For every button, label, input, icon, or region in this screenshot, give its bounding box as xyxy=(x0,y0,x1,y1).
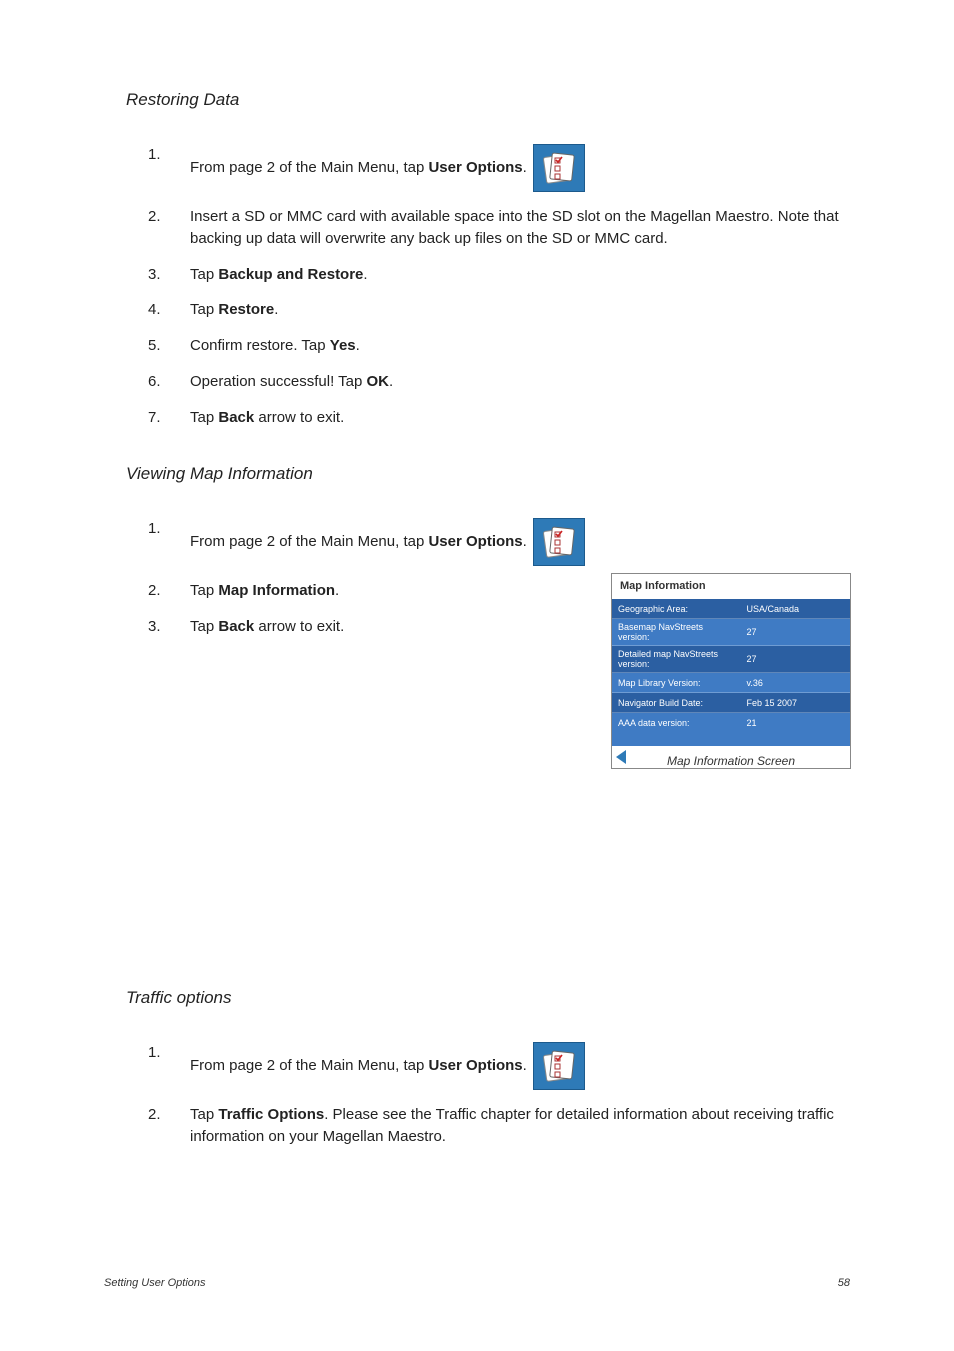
step-post: . xyxy=(389,373,393,390)
map-info-caption: Map Information Screen xyxy=(612,754,850,768)
step-text: Insert a SD or MMC card with available s… xyxy=(190,206,850,250)
step-text: Tap xyxy=(190,1106,218,1123)
map-info-key: Detailed map NavStreets version: xyxy=(612,646,741,673)
step-text: Operation successful! Tap xyxy=(190,373,366,390)
step-bold: Backup and Restore xyxy=(218,266,363,283)
step-text: Tap xyxy=(190,582,218,599)
map-info-key: Basemap NavStreets version: xyxy=(612,619,741,646)
step-number: 2. xyxy=(148,206,190,228)
map-info-key: Navigator Build Date: xyxy=(612,693,741,713)
step-text: Tap xyxy=(190,266,218,283)
map-info-value: v.36 xyxy=(741,673,850,693)
table-row: Basemap NavStreets version:27 xyxy=(612,619,850,646)
page-footer: Setting User Options 58 xyxy=(104,1277,850,1289)
step-number: 1. xyxy=(148,144,190,166)
step-bold: Back xyxy=(218,409,254,426)
list-item: 4. Tap Restore. xyxy=(124,299,850,321)
step-text: From page 2 of the Main Menu, tap xyxy=(190,1057,428,1074)
step-post: . xyxy=(363,266,367,283)
step-post: . xyxy=(523,159,527,176)
step-number: 2. xyxy=(148,1104,190,1126)
step-bold: Map Information xyxy=(218,582,335,599)
footer-section-title: Setting User Options xyxy=(104,1277,206,1289)
list-item: 1. From page 2 of the Main Menu, tap Use… xyxy=(124,144,850,192)
step-bold: Restore xyxy=(218,301,274,318)
step-number: 4. xyxy=(148,299,190,321)
table-row: AAA data version:21 xyxy=(612,713,850,733)
step-number: 6. xyxy=(148,371,190,393)
step-number: 3. xyxy=(148,616,190,638)
list-item: 3. Tap Backup and Restore. xyxy=(124,264,850,286)
step-number: 2. xyxy=(148,580,190,602)
list-item: 6. Operation successful! Tap OK. xyxy=(124,371,850,393)
step-text: Tap xyxy=(190,301,218,318)
step-bold: OK xyxy=(366,373,389,390)
table-row: Detailed map NavStreets version:27 xyxy=(612,646,850,673)
table-row: Geographic Area:USA/Canada xyxy=(612,599,850,619)
step-post: . xyxy=(356,337,360,354)
page-number: 58 xyxy=(838,1277,850,1289)
step-text: Confirm restore. Tap xyxy=(190,337,330,354)
map-info-key: Geographic Area: xyxy=(612,599,741,619)
map-info-table: Geographic Area:USA/Canada Basemap NavSt… xyxy=(612,598,850,732)
map-info-title: Map Information xyxy=(612,574,850,598)
step-bold: Back xyxy=(218,618,254,635)
user-options-icon xyxy=(533,144,585,192)
map-information-screenshot: Map Information Geographic Area:USA/Cana… xyxy=(612,574,850,768)
heading-traffic-options: Traffic options xyxy=(126,988,850,1008)
list-item: 2. Tap Traffic Options. Please see the T… xyxy=(124,1104,850,1148)
map-info-value: 27 xyxy=(741,619,850,646)
traffic-steps: 1. From page 2 of the Main Menu, tap Use… xyxy=(124,1042,850,1148)
step-number: 3. xyxy=(148,264,190,286)
heading-viewing-map-info: Viewing Map Information xyxy=(126,464,850,484)
step-bold: Traffic Options xyxy=(218,1106,324,1123)
user-options-icon xyxy=(533,1042,585,1090)
step-post: arrow to exit. xyxy=(254,409,344,426)
table-row: Map Library Version:v.36 xyxy=(612,673,850,693)
list-item: 5. Confirm restore. Tap Yes. xyxy=(124,335,850,357)
step-number: 5. xyxy=(148,335,190,357)
step-post: . xyxy=(335,582,339,599)
list-item: 1. From page 2 of the Main Menu, tap Use… xyxy=(124,1042,850,1090)
step-text: From page 2 of the Main Menu, tap xyxy=(190,159,428,176)
step-number: 7. xyxy=(148,407,190,429)
step-text: Tap xyxy=(190,409,218,426)
table-row: Navigator Build Date:Feb 15 2007 xyxy=(612,693,850,713)
step-bold: Yes xyxy=(330,337,356,354)
restoring-steps: 1. From page 2 of the Main Menu, tap Use… xyxy=(124,144,850,428)
map-info-value: 21 xyxy=(741,713,850,733)
list-item: 1. From page 2 of the Main Menu, tap Use… xyxy=(124,518,850,566)
map-info-key: AAA data version: xyxy=(612,713,741,733)
map-info-value: 27 xyxy=(741,646,850,673)
step-post: . xyxy=(523,533,527,550)
heading-restoring-data: Restoring Data xyxy=(126,90,850,110)
map-info-value: Feb 15 2007 xyxy=(741,693,850,713)
step-bold: User Options xyxy=(428,533,522,550)
step-post: . xyxy=(274,301,278,318)
step-number: 1. xyxy=(148,518,190,540)
user-options-icon xyxy=(533,518,585,566)
step-post: arrow to exit. xyxy=(254,618,344,635)
map-info-value: USA/Canada xyxy=(741,599,850,619)
map-info-key: Map Library Version: xyxy=(612,673,741,693)
step-text: Tap xyxy=(190,618,218,635)
step-bold: User Options xyxy=(428,159,522,176)
list-item: 2. Insert a SD or MMC card with availabl… xyxy=(124,206,850,250)
list-item: 7. Tap Back arrow to exit. xyxy=(124,407,850,429)
step-text: From page 2 of the Main Menu, tap xyxy=(190,533,428,550)
step-number: 1. xyxy=(148,1042,190,1064)
step-bold: User Options xyxy=(428,1057,522,1074)
map-info-blank-row xyxy=(612,732,850,746)
step-post: . xyxy=(523,1057,527,1074)
